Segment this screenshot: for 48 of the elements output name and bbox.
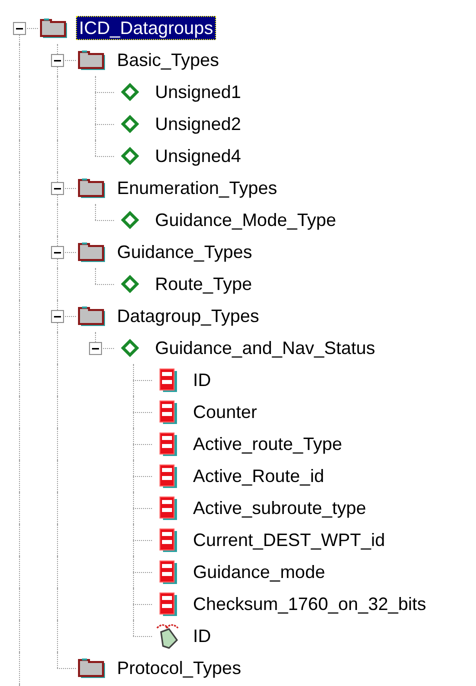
field-icon [159,528,177,552]
folder-icon [78,657,106,679]
collapse-button[interactable] [51,54,64,67]
tree-item-label[interactable]: Unsigned1 [152,80,244,104]
diamond-icon [121,115,139,133]
field-icon [159,592,177,616]
tree-item-label[interactable]: Unsigned4 [152,144,244,168]
tree-item-label[interactable]: ID [190,624,214,648]
folder-icon [40,17,68,39]
diamond-icon [121,211,139,229]
field-icon [159,400,177,424]
field-icon [159,496,177,520]
tag-icon [155,622,181,650]
folder-icon [78,241,106,263]
tree-item-label[interactable]: Guidance_and_Nav_Status [152,336,378,360]
tree-item-label[interactable]: Current_DEST_WPT_id [190,528,388,552]
field-icon [159,368,177,392]
field-icon [159,432,177,456]
collapse-button[interactable] [89,342,102,355]
collapse-button[interactable] [51,310,64,323]
diamond-icon [121,147,139,165]
tree-item-label[interactable]: ICD_Datagroups [76,16,216,40]
tree-item-label[interactable]: Datagroup_Types [114,304,262,328]
tree-item-label[interactable]: Route_Type [152,272,256,296]
tree-item-label[interactable]: Active_subroute_type [190,496,370,520]
collapse-button[interactable] [51,182,64,195]
diamond-icon [121,83,139,101]
tree-item-label[interactable]: Guidance_Mode_Type [152,208,340,232]
field-icon [159,560,177,584]
tree-item-label[interactable]: Guidance_mode [190,560,328,584]
diamond-icon [121,275,139,293]
tree-item-label[interactable]: Active_Route_id [190,464,328,488]
folder-icon [78,49,106,71]
collapse-button[interactable] [51,246,64,259]
field-icon [159,464,177,488]
tree-item-label[interactable]: Unsigned2 [152,112,244,136]
folder-icon [78,305,106,327]
tree-item-label[interactable]: Checksum_1760_on_32_bits [190,592,430,616]
tree-item-label[interactable]: Basic_Types [114,48,222,72]
tree-item-label[interactable]: Protocol_Types [114,656,244,680]
collapse-button[interactable] [13,22,26,35]
folder-icon [78,177,106,199]
tree-item-label[interactable]: Guidance_Types [114,240,256,264]
tree-item-label[interactable]: Active_route_Type [190,432,346,456]
tree-item-label[interactable]: ID [190,368,214,392]
tree-item-label[interactable]: Counter [190,400,260,424]
tree-item-label[interactable]: Enumeration_Types [114,176,280,200]
diamond-icon [121,339,139,357]
